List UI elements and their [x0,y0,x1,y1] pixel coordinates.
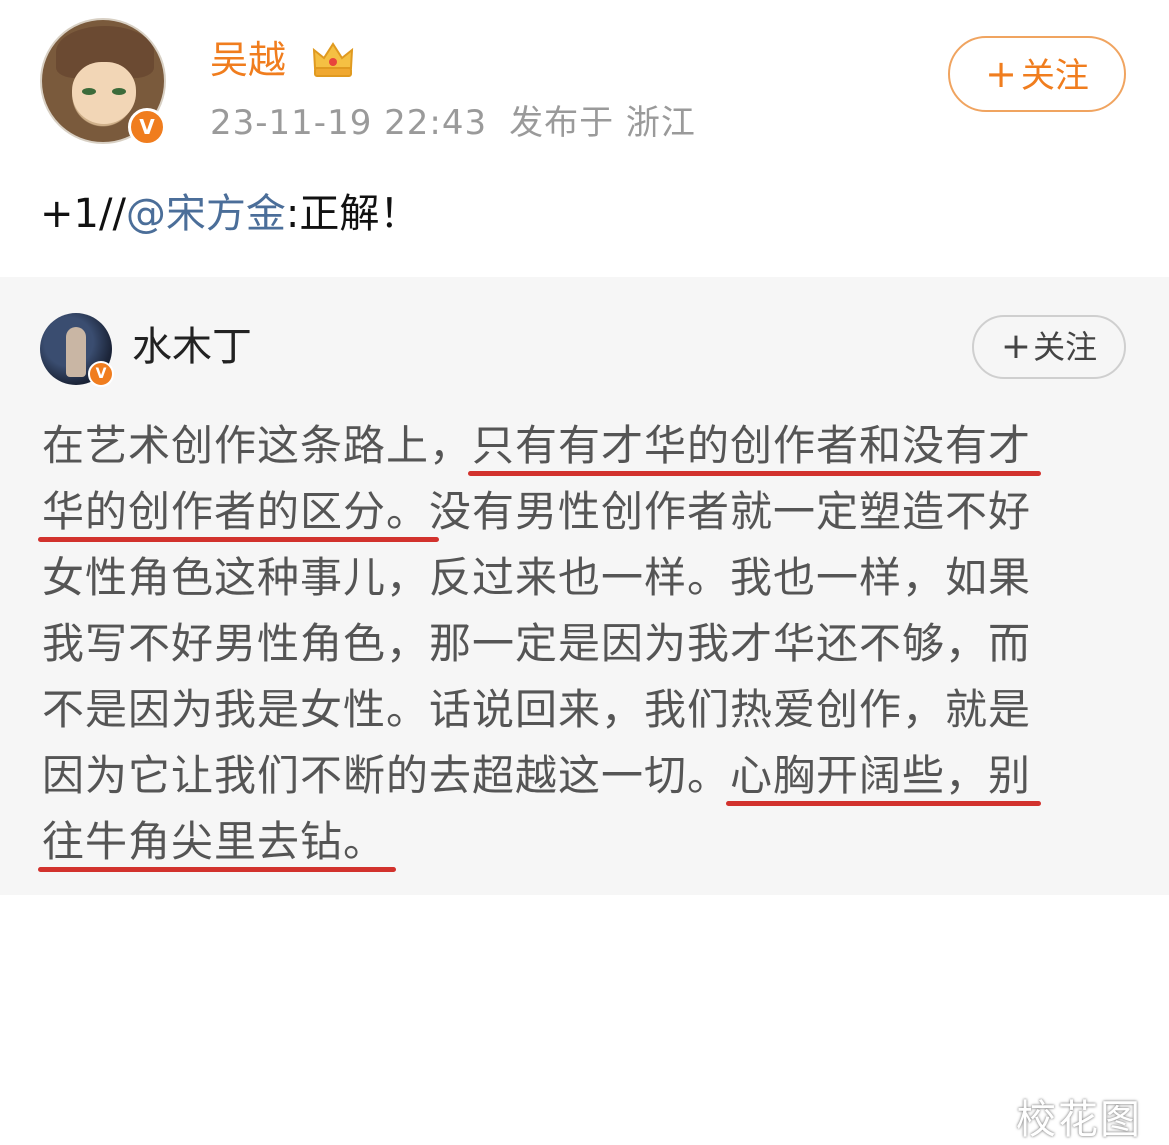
avatar-eye [82,88,96,95]
underlined-text: 往牛角尖里去钻。 [37,809,397,875]
watermark: 校花图 [1016,1097,1142,1143]
post-text: +1//@宋方金:正解！ [40,188,419,240]
text-line: 不是因为我是女性。话说回来，我们热爱创作，就是 [42,677,1122,743]
text-line: 华的创作者的区分。没有男性创作者就一定塑造不好 [37,479,1122,545]
post-timestamp: 23-11-19 22:43 [210,103,488,143]
text-segment: 不是因为我是女性。话说回来，我们热爱创作，就是 [42,685,1032,734]
text-segment: 我写不好男性角色，那一定是因为我才华还不够，而 [42,619,1032,668]
quoted-post-text: 在艺术创作这条路上，只有有才华的创作者和没有才 华的创作者的区分。没有男性创作者… [37,413,1122,875]
text-line: 在艺术创作这条路上，只有有才华的创作者和没有才 [42,413,1122,479]
post-text-suffix: :正解！ [285,191,420,237]
text-line: 女性角色这种事儿，反过来也一样。我也一样，如果 [42,545,1122,611]
underlined-text: 心胸开阔些，别 [726,743,1042,809]
main-post: V 吴越 23-11-19 22:43 发布于 浙江 + 关注 +1//@宋方金:正… [0,0,1169,277]
verified-v-icon: V [88,361,114,387]
mention-link[interactable]: @宋方金 [126,191,286,237]
text-segment: 在艺术创作这条路上， [42,421,473,470]
underlined-text: 华的创作者的区分。 [37,479,440,545]
text-line: 往牛角尖里去钻。 [37,809,1122,875]
text-segment: 因为它让我们不断的去超越这一切。 [42,751,731,800]
verified-v-icon: V [128,108,166,146]
text-line: 我写不好男性角色，那一定是因为我才华还不够，而 [42,611,1122,677]
post-meta: 23-11-19 22:43 发布于 浙江 [210,100,696,146]
post-location: 发布于 浙江 [509,103,696,143]
follow-label: 关注 [1033,328,1098,366]
plus-icon: + [985,52,1017,96]
text-line: 因为它让我们不断的去超越这一切。心胸开阔些，别 [42,743,1122,809]
quoted-follow-button[interactable]: +关注 [972,315,1126,379]
post-text-prefix: +1// [40,191,126,237]
avatar-face [72,62,136,124]
text-segment: 女性角色这种事儿，反过来也一样。我也一样，如果 [42,553,1032,602]
plus-icon: + [1000,326,1032,367]
text-segment: 没有男性创作者就一定塑造不好 [429,487,1032,536]
crown-icon [312,42,354,77]
follow-label: 关注 [1020,56,1089,96]
quoted-post[interactable]: V 水木丁 +关注 在艺术创作这条路上，只有有才华的创作者和没有才 华的创作者的… [0,277,1169,1143]
avatar-figure [66,327,86,377]
username[interactable]: 吴越 [210,36,286,84]
avatar-eye [112,88,126,95]
underlined-text: 只有有才华的创作者和没有才 [468,413,1042,479]
follow-button[interactable]: + 关注 [948,36,1126,112]
quoted-username[interactable]: 水木丁 [132,321,252,373]
